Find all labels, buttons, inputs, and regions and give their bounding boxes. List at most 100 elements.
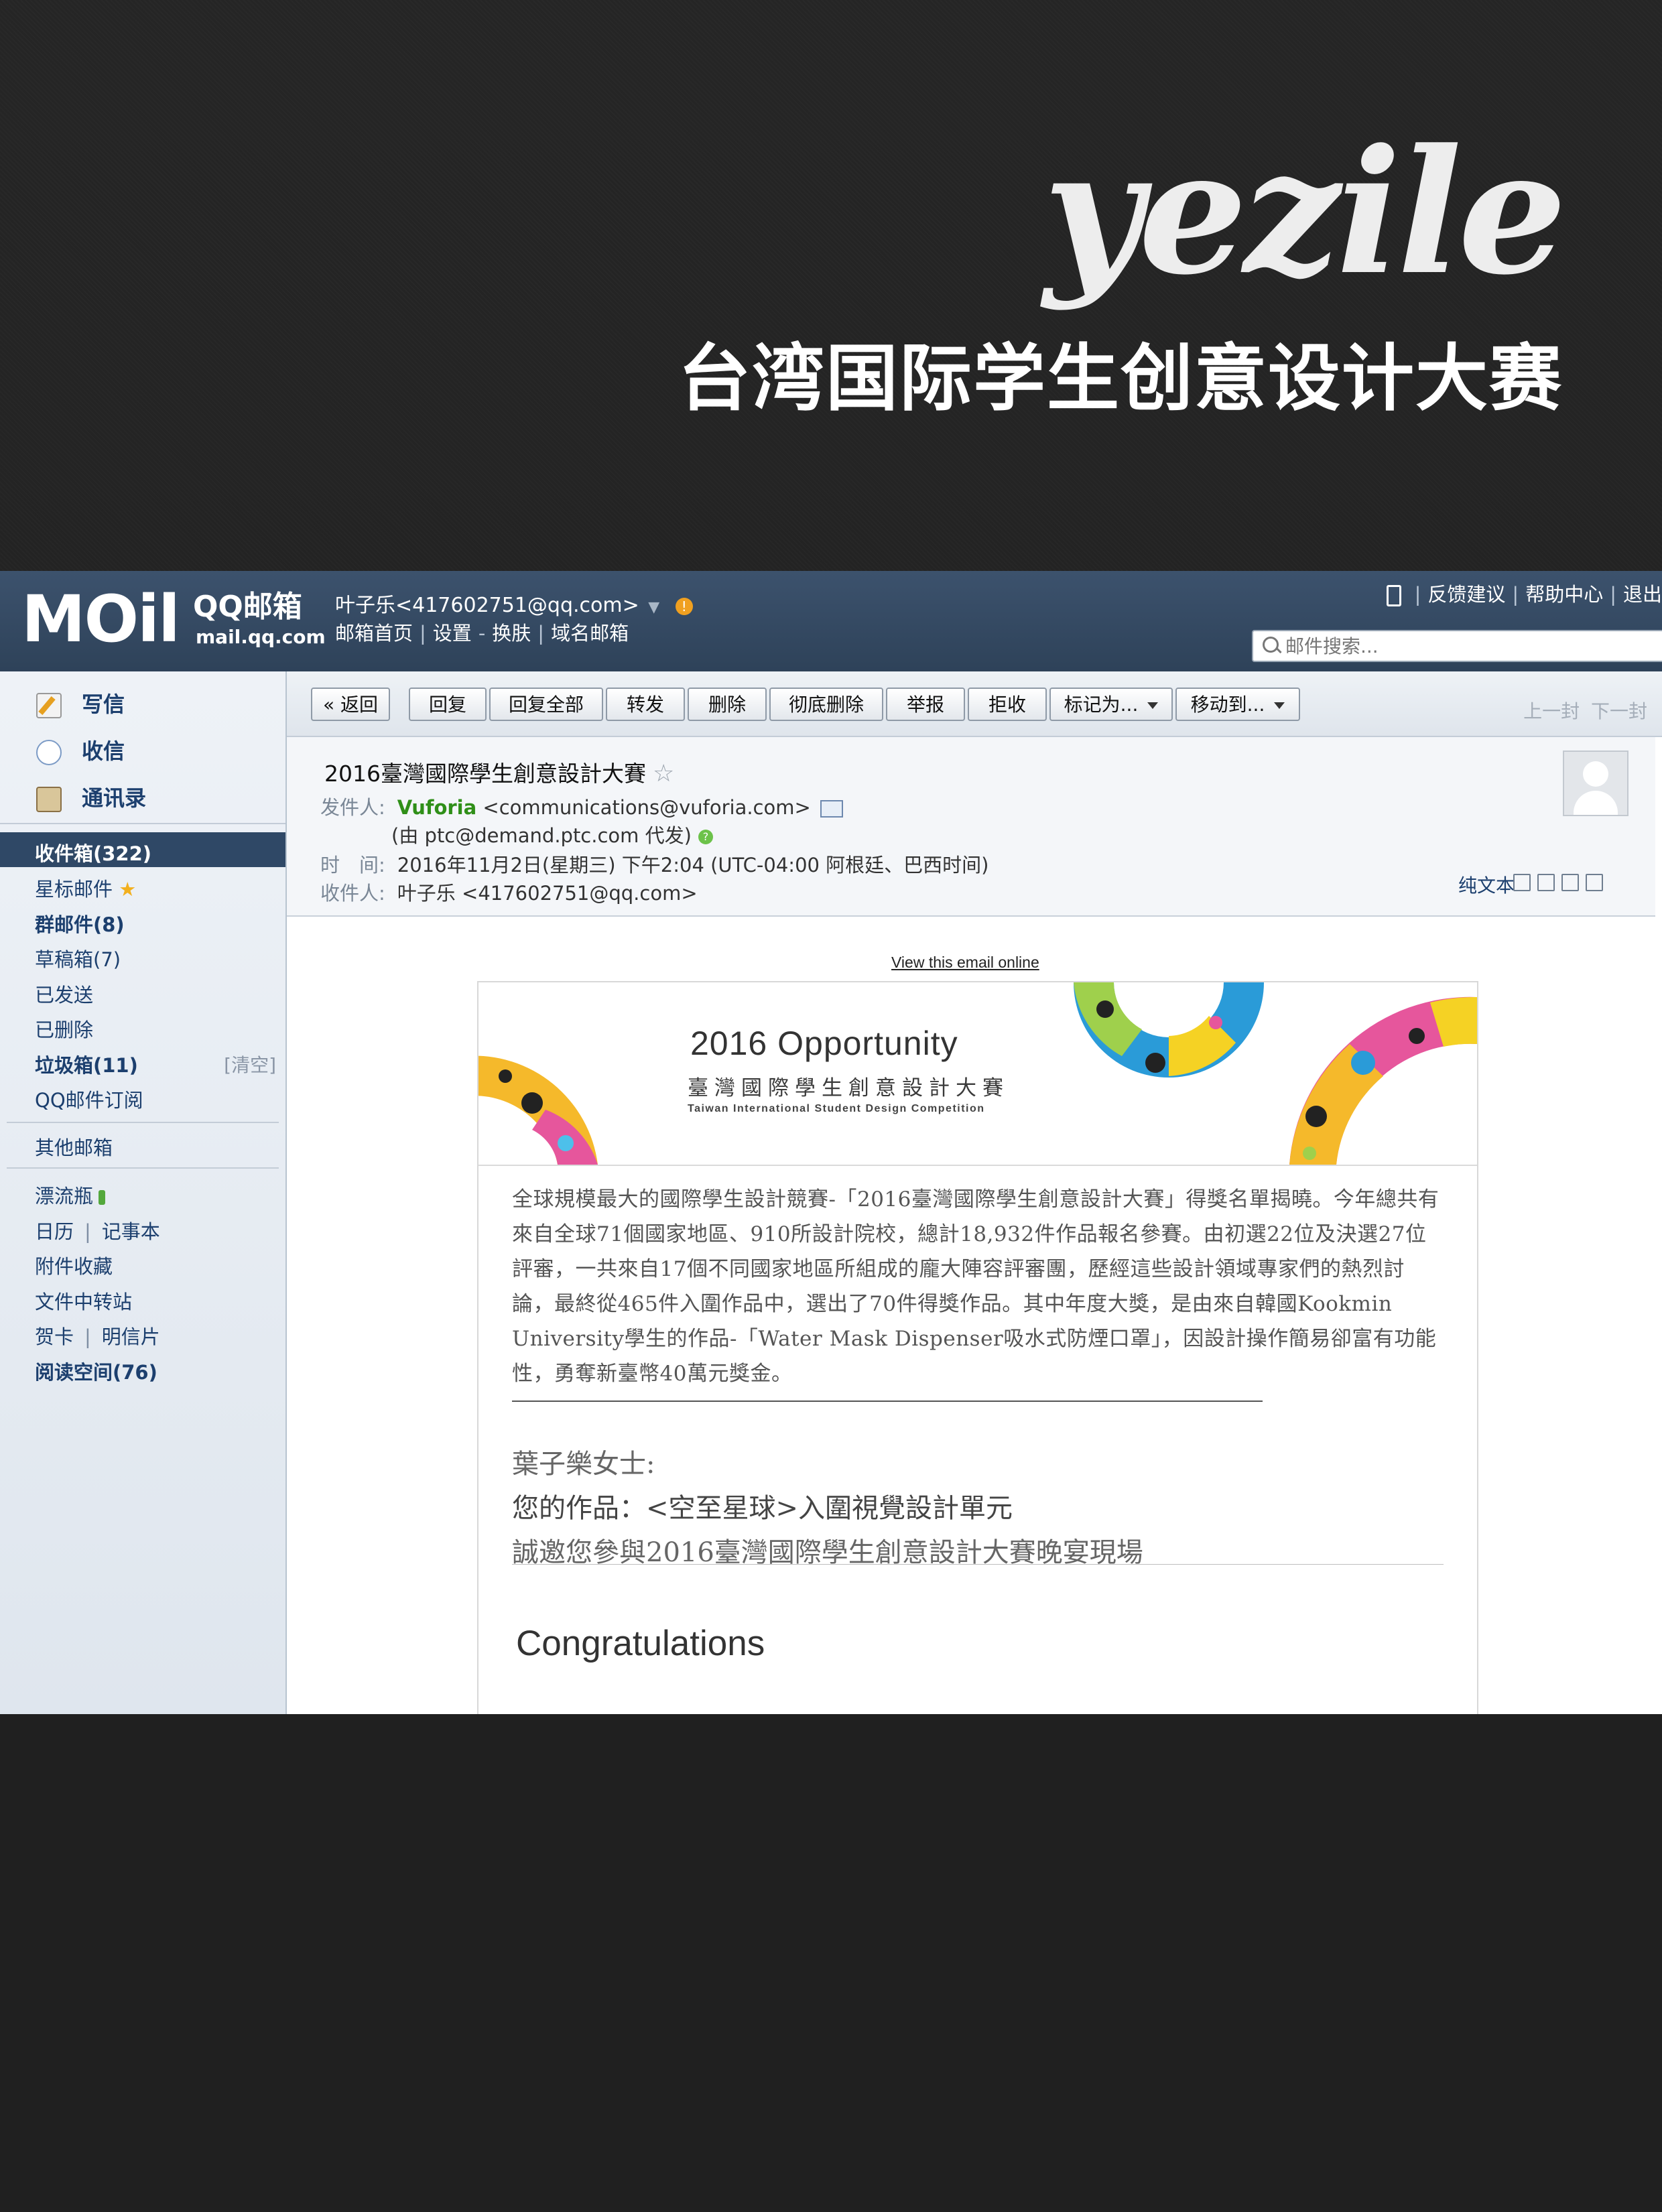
star-outline-icon[interactable]: ☆ bbox=[653, 760, 674, 787]
link-domain-mail[interactable]: 域名邮箱 bbox=[551, 622, 629, 645]
sidebar-item-subscriptions[interactable]: QQ邮件订阅 bbox=[35, 1085, 143, 1113]
move-to-label: 移动到... bbox=[1190, 694, 1265, 716]
link-feedback[interactable]: 反馈建议 bbox=[1427, 583, 1505, 606]
download-icon[interactable] bbox=[1561, 874, 1579, 891]
sidebar-contacts[interactable]: 通讯录 bbox=[36, 781, 146, 812]
mark-as-dropdown[interactable]: 标记为... bbox=[1049, 688, 1173, 721]
link-greeting-card[interactable]: 贺卡 bbox=[35, 1325, 74, 1348]
new-window-icon[interactable] bbox=[1513, 874, 1531, 891]
reject-button[interactable]: 拒收 bbox=[968, 688, 1047, 721]
sender-name[interactable]: Vuforia bbox=[397, 796, 476, 819]
sidebar-item-spam[interactable]: 垃圾箱(11) bbox=[35, 1050, 138, 1078]
link-help[interactable]: 帮助中心 bbox=[1525, 583, 1603, 606]
work-line: 您的作品：<空至星球>入圍視覺設計單元 bbox=[512, 1493, 1013, 1524]
mail-header: 2016臺灣國際學生創意設計大賽 ☆ 发件人: Vuforia <communica… bbox=[287, 737, 1655, 917]
sidebar-compose[interactable]: 写信 bbox=[36, 688, 125, 718]
sidebar-receive[interactable]: 收信 bbox=[36, 734, 125, 765]
sidebar-item-drafts[interactable]: 草稿箱(7) bbox=[35, 944, 121, 972]
prev-mail-link[interactable]: 上一封 bbox=[1523, 700, 1580, 722]
link-logout[interactable]: 退出 bbox=[1623, 583, 1662, 606]
user-account[interactable]: 叶子乐<417602751@qq.com> ▼ ! bbox=[335, 588, 693, 618]
via-text: (由 ptc@demand.ptc.com 代发) bbox=[391, 824, 692, 847]
time-value: 2016年11月2日(星期三) 下午2:04 (UTC-04:00 阿根廷、巴西… bbox=[397, 854, 989, 876]
delete-button[interactable]: 删除 bbox=[688, 688, 767, 721]
mail-content: View this email online 2016 Opportunity … bbox=[287, 917, 1662, 1714]
note-icon[interactable] bbox=[1537, 874, 1555, 891]
mail-to: 收件人: 叶子乐 <417602751@qq.com> bbox=[320, 878, 698, 906]
ring-right bbox=[1289, 996, 1477, 1165]
forward-button[interactable]: 转发 bbox=[606, 688, 685, 721]
sidebar-item-attachments[interactable]: 附件收藏 bbox=[35, 1251, 113, 1279]
sidebar-item-deleted[interactable]: 已删除 bbox=[35, 1015, 93, 1043]
plain-text-link[interactable]: 纯文本 bbox=[1458, 871, 1515, 898]
help-icon[interactable]: ? bbox=[698, 830, 713, 844]
mail-search[interactable] bbox=[1252, 630, 1662, 662]
to-label: 收件人: bbox=[320, 882, 385, 905]
user-email[interactable]: 叶子乐<417602751@qq.com> bbox=[335, 594, 639, 617]
reply-button[interactable]: 回复 bbox=[409, 688, 487, 721]
mobile-icon[interactable] bbox=[1386, 585, 1401, 606]
sidebar-item-group-mail[interactable]: 群邮件(8) bbox=[35, 909, 125, 937]
ring-top bbox=[1074, 982, 1264, 1078]
sidebar-item-other-mailbox[interactable]: 其他邮箱 bbox=[35, 1132, 113, 1161]
compose-icon bbox=[36, 693, 62, 718]
mail-tools bbox=[1513, 874, 1631, 893]
mail-from: 发件人: Vuforia <communications@vuforia.com> bbox=[320, 792, 843, 820]
starred-label: 星标邮件 bbox=[35, 878, 113, 901]
banner-title-en: Taiwan International Student Design Comp… bbox=[688, 1103, 985, 1114]
sidebar-item-reading-space[interactable]: 阅读空间(76) bbox=[35, 1357, 157, 1385]
print-icon[interactable] bbox=[1586, 874, 1603, 891]
sidebar-item-file-transfer[interactable]: 文件中转站 bbox=[35, 1287, 132, 1315]
clear-spam-link[interactable]: [清空] bbox=[224, 1051, 276, 1078]
link-mail-home[interactable]: 邮箱首页 bbox=[335, 622, 413, 645]
mail-time: 时 间: 2016年11月2日(星期三) 下午2:04 (UTC-04:00 阿根… bbox=[320, 850, 989, 878]
cover-title: 台湾国际学生创意设计大赛 bbox=[678, 336, 1563, 421]
qq-mail-logo-text: QQ邮箱 bbox=[193, 590, 302, 624]
contacts-label: 通讯录 bbox=[82, 785, 147, 811]
divider-line bbox=[512, 1401, 1263, 1402]
greeting-line: 葉子樂女士: bbox=[512, 1449, 655, 1480]
email-newsletter: 2016 Opportunity 臺灣國際學生創意設計大賽 Taiwan Int… bbox=[477, 981, 1478, 1714]
move-to-dropdown[interactable]: 移动到... bbox=[1175, 688, 1300, 721]
star-icon: ★ bbox=[119, 878, 137, 901]
search-input[interactable] bbox=[1284, 634, 1649, 658]
mail-subject: 2016臺灣國際學生創意設計大賽 ☆ bbox=[324, 756, 674, 788]
drift-label: 漂流瓶 bbox=[35, 1185, 94, 1208]
ring-left bbox=[478, 1055, 598, 1165]
sidebar-item-starred[interactable]: 星标邮件 ★ bbox=[35, 874, 136, 902]
mark-as-label: 标记为... bbox=[1064, 694, 1139, 716]
link-skin[interactable]: 换肤 bbox=[492, 622, 531, 645]
mail-logo[interactable]: MOil bbox=[21, 586, 180, 653]
contact-card-icon[interactable] bbox=[820, 800, 843, 818]
view-online-link[interactable]: View this email online bbox=[891, 954, 1039, 972]
recipient-address: <417602751@qq.com> bbox=[462, 882, 698, 905]
banner-title-cn: 臺灣國際學生創意設計大賽 bbox=[688, 1076, 1009, 1100]
announcement-paragraph: 全球規模最大的國際學生設計競賽-「2016臺灣國際學生創意設計大賽」得獎名單揭曉… bbox=[512, 1187, 1440, 1386]
sidebar-item-cards: 贺卡 | 明信片 bbox=[35, 1325, 160, 1348]
chevron-down-icon bbox=[1274, 702, 1285, 709]
next-mail-link[interactable]: 下一封 bbox=[1591, 700, 1647, 722]
link-calendar[interactable]: 日历 bbox=[35, 1220, 74, 1243]
banner-title: 2016 Opportunity bbox=[690, 1025, 958, 1062]
sender-avatar bbox=[1563, 751, 1628, 816]
newsletter-banner: 2016 Opportunity 臺灣國際學生創意設計大賽 Taiwan Int… bbox=[478, 982, 1477, 1166]
from-label: 发件人: bbox=[320, 796, 385, 819]
mail-via: (由 ptc@demand.ptc.com 代发)? bbox=[391, 820, 713, 848]
sidebar-item-inbox[interactable]: 收件箱(322) bbox=[35, 838, 151, 866]
sidebar-item-sent[interactable]: 已发送 bbox=[35, 980, 93, 1008]
user-links: 邮箱首页 | 设置 - 换肤 | 域名邮箱 bbox=[335, 622, 629, 645]
congratulations-heading: Congratulations bbox=[516, 1624, 765, 1663]
report-button[interactable]: 举报 bbox=[886, 688, 965, 721]
link-postcard[interactable]: 明信片 bbox=[102, 1325, 160, 1348]
link-notebook[interactable]: 记事本 bbox=[102, 1220, 160, 1243]
link-settings[interactable]: 设置 bbox=[433, 622, 472, 645]
chevron-down-icon bbox=[1147, 702, 1159, 709]
sidebar-item-drift-bottle[interactable]: 漂流瓶 bbox=[35, 1181, 106, 1209]
reply-all-button[interactable]: 回复全部 bbox=[489, 688, 603, 721]
back-button[interactable]: « 返回 bbox=[311, 688, 390, 721]
subject-text: 2016臺灣國際學生創意設計大賽 bbox=[324, 761, 646, 787]
delete-permanent-button[interactable]: 彻底删除 bbox=[769, 688, 883, 721]
recipient-name[interactable]: 叶子乐 bbox=[397, 882, 456, 905]
user-menu-arrow-icon[interactable]: ▼ bbox=[648, 599, 659, 616]
warning-icon[interactable]: ! bbox=[675, 597, 693, 615]
